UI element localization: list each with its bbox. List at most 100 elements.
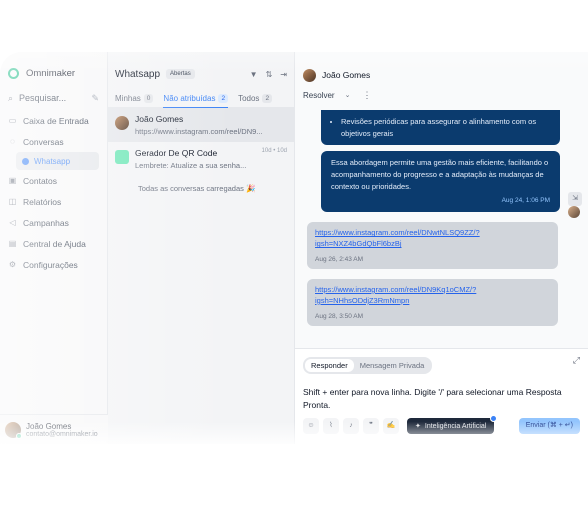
message-time: Aug 24, 1:06 PM bbox=[501, 197, 550, 205]
chat-icon: ◌ bbox=[10, 137, 15, 146]
search-input[interactable]: Pesquisar... bbox=[19, 93, 85, 103]
online-status-icon bbox=[16, 432, 22, 439]
contact-name: João Gomes bbox=[322, 70, 371, 80]
chat-actions: Resolver ⌄ ⋮ bbox=[295, 86, 588, 104]
contacts-icon: ▣ bbox=[8, 176, 17, 185]
list-title: Whatsapp bbox=[115, 68, 161, 80]
tab-private-note[interactable]: Mensagem Privada bbox=[354, 359, 431, 372]
conversation-preview: Lembrete: Atualize a sua senha... bbox=[135, 161, 247, 170]
attachment-icon[interactable]: ⌇ bbox=[323, 418, 339, 435]
expand-icon[interactable]: ⤢ bbox=[573, 355, 580, 366]
sidebar-item-contacts[interactable]: ▣ Contatos bbox=[0, 170, 107, 191]
conversation-preview: https://www.instagram.com/reel/DN9... bbox=[135, 127, 263, 136]
message-text: Essa abordagem permite uma gestão mais e… bbox=[331, 158, 549, 191]
avatar bbox=[568, 206, 580, 218]
message-incoming: https://www.instagram.com/reel/DN9Kq1oCM… bbox=[307, 278, 558, 326]
status-badge[interactable]: Abertas bbox=[166, 69, 195, 79]
sidebar: Omnimaker ⌕ Pesquisar... ✎ ▭ Caixa de En… bbox=[0, 52, 108, 444]
message-link[interactable]: https://www.instagram.com/reel/DNwtNLSQ9… bbox=[315, 228, 550, 250]
composer-toolbar: ☺ ⌇ ♪ ❞ ✍ ✦ Inteligência Artificial Envi… bbox=[303, 415, 580, 435]
conversation-name: Gerador De QR Code bbox=[135, 148, 218, 158]
quote-icon[interactable]: ❞ bbox=[363, 418, 379, 435]
user-email: contato@omnimaker.io bbox=[26, 430, 98, 438]
tab-label: Minhas bbox=[115, 94, 141, 103]
inbox-icon: ▭ bbox=[8, 116, 17, 125]
sidebar-search[interactable]: ⌕ Pesquisar... ✎ bbox=[0, 90, 107, 106]
more-options-icon[interactable]: ⋮ bbox=[362, 90, 371, 101]
gear-icon: ⚙ bbox=[8, 260, 17, 269]
chat-panel: João Gomes Resolver ⌄ ⋮ ⇲ Revisões perió… bbox=[295, 52, 588, 444]
message-time: Aug 26, 2:43 AM bbox=[315, 255, 364, 263]
tab-count: 2 bbox=[218, 93, 229, 103]
sidebar-item-campaigns[interactable]: ◁ Campanhas bbox=[0, 212, 107, 233]
sidebar-item-label: Configurações bbox=[23, 259, 78, 270]
conversation-name: João Gomes bbox=[135, 114, 184, 124]
sidebar-item-label: Caixa de Entrada bbox=[23, 115, 89, 126]
compose-icon[interactable]: ✎ bbox=[91, 93, 99, 104]
message-composer: Responder Mensagem Privada ⤢ Shift + ent… bbox=[295, 348, 588, 444]
tab-label: Todos bbox=[238, 94, 260, 103]
collapse-icon[interactable]: ⇥ bbox=[280, 70, 287, 79]
emoji-icon[interactable]: ☺ bbox=[303, 418, 319, 435]
composer-mode-tabs: Responder Mensagem Privada bbox=[303, 357, 433, 374]
all-loaded-text: Todas as conversas carregadas 🎉 bbox=[138, 184, 256, 193]
notification-dot-icon bbox=[490, 415, 498, 423]
search-icon: ⌕ bbox=[8, 92, 14, 103]
message-outgoing: Revisões periódicas para assegurar o ali… bbox=[321, 110, 560, 146]
chevron-down-icon[interactable]: ⌄ bbox=[345, 91, 351, 99]
tab-unassigned[interactable]: Não atribuídas 2 bbox=[163, 90, 229, 108]
filter-icon[interactable]: ▼ bbox=[250, 70, 258, 79]
sidebar-item-inbox[interactable]: ▭ Caixa de Entrada bbox=[0, 110, 107, 131]
send-button[interactable]: Enviar (⌘ + ↵) bbox=[518, 418, 580, 435]
sidebar-item-label: Whatsapp bbox=[34, 156, 71, 166]
tab-count: 2 bbox=[262, 94, 273, 103]
screenshot-canvas: Omnimaker ⌕ Pesquisar... ✎ ▭ Caixa de En… bbox=[0, 0, 588, 527]
sidebar-item-whatsapp[interactable]: Whatsapp bbox=[16, 152, 99, 170]
list-header: Whatsapp Abertas ▼ ⇅ ⇥ bbox=[108, 64, 294, 84]
conversation-list: Whatsapp Abertas ▼ ⇅ ⇥ Minhas 0 Não atri… bbox=[108, 52, 295, 444]
message-text: Revisões periódicas para assegurar o ali… bbox=[341, 116, 550, 139]
message-thread: Revisões periódicas para assegurar o ali… bbox=[295, 110, 588, 336]
sidebar-item-settings[interactable]: ⚙ Configurações bbox=[0, 254, 107, 275]
bot-avatar-icon bbox=[115, 150, 129, 164]
avatar bbox=[303, 68, 316, 82]
sidebar-nav: ▭ Caixa de Entrada ◌ Conversas Whatsapp … bbox=[0, 110, 107, 275]
sidebar-item-label: Contatos bbox=[23, 175, 58, 186]
sidebar-item-reports[interactable]: ◫ Relatórios bbox=[0, 191, 107, 212]
sidebar-item-label: Relatórios bbox=[23, 196, 62, 207]
assignment-tabs: Minhas 0 Não atribuídas 2 Todos 2 bbox=[108, 90, 294, 108]
help-icon: ▤ bbox=[8, 239, 17, 248]
avatar bbox=[115, 116, 129, 130]
sidebar-item-conversations[interactable]: ◌ Conversas bbox=[0, 131, 107, 152]
reports-icon: ◫ bbox=[8, 197, 17, 206]
message-input[interactable]: Shift + enter para nova linha. Digite '/… bbox=[303, 386, 580, 412]
ai-button[interactable]: ✦ Inteligência Artificial bbox=[407, 415, 498, 435]
avatar bbox=[5, 421, 22, 439]
conversation-item[interactable]: João Gomes https://www.instagram.com/ree… bbox=[108, 108, 294, 142]
tab-label: Não atribuídas bbox=[163, 93, 216, 103]
sort-icon[interactable]: ⇅ bbox=[266, 70, 273, 79]
message-link[interactable]: https://www.instagram.com/reel/DN9Kq1oCM… bbox=[315, 285, 550, 307]
conversation-item[interactable]: Gerador De QR Code 10d • 10d Lembrete: A… bbox=[108, 142, 294, 176]
brand: Omnimaker bbox=[0, 64, 107, 82]
brand-name: Omnimaker bbox=[26, 67, 76, 79]
sidebar-item-help[interactable]: ▤ Central de Ajuda bbox=[0, 233, 107, 254]
whatsapp-icon bbox=[22, 157, 29, 165]
sparkle-icon: ✦ bbox=[415, 423, 421, 431]
signature-icon[interactable]: ✍ bbox=[383, 418, 399, 435]
tab-count: 0 bbox=[143, 94, 154, 103]
campaign-icon: ◁ bbox=[9, 218, 16, 227]
tab-reply[interactable]: Responder bbox=[305, 359, 354, 372]
message-time: Aug 28, 3:50 AM bbox=[315, 312, 364, 320]
user-profile[interactable]: João Gomes contato@omnimaker.io bbox=[0, 414, 108, 444]
conversation-time: 10d • 10d bbox=[261, 148, 287, 154]
microphone-icon[interactable]: ♪ bbox=[343, 418, 359, 435]
tab-all[interactable]: Todos 2 bbox=[238, 90, 273, 108]
sidebar-item-label: Central de Ajuda bbox=[23, 238, 86, 249]
tab-mine[interactable]: Minhas 0 bbox=[115, 90, 154, 108]
app-window: Omnimaker ⌕ Pesquisar... ✎ ▭ Caixa de En… bbox=[0, 52, 588, 444]
user-name: João Gomes bbox=[26, 421, 72, 431]
ai-button-label: Inteligência Artificial bbox=[424, 422, 487, 430]
resolve-button[interactable]: Resolver bbox=[303, 91, 335, 100]
message-outgoing: Essa abordagem permite uma gestão mais e… bbox=[321, 151, 560, 213]
